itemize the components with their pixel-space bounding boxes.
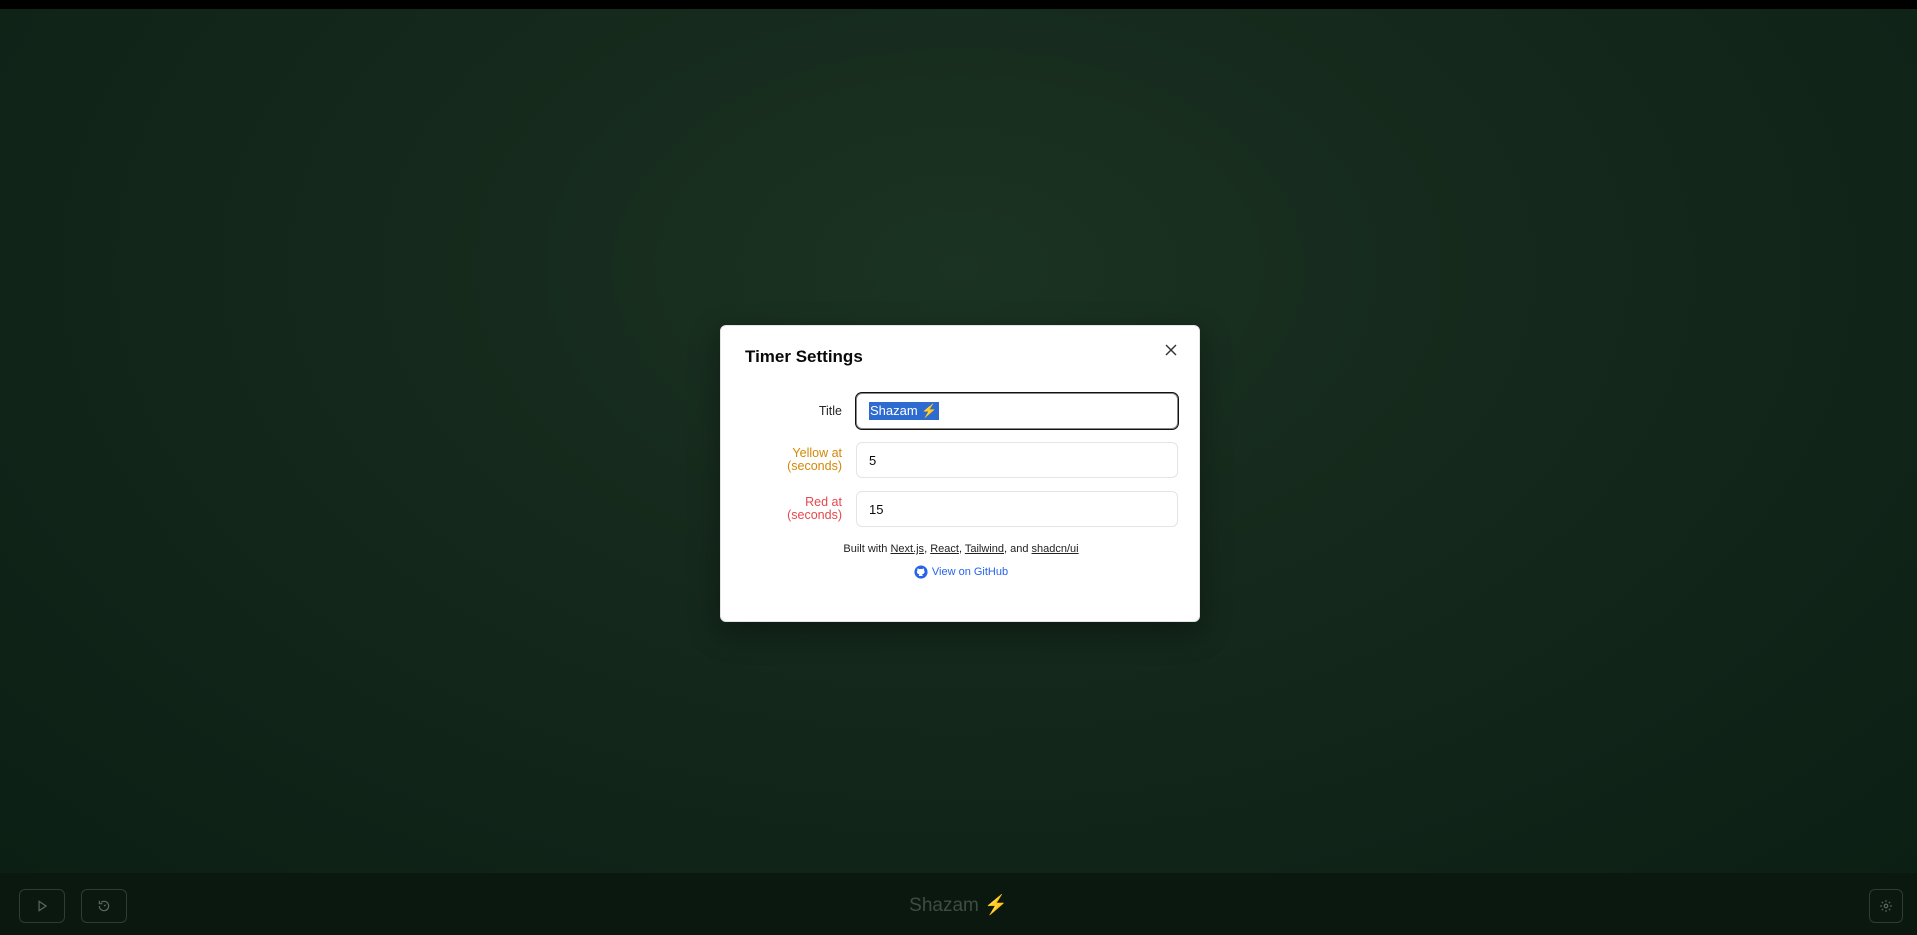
dialog-title: Timer Settings	[745, 347, 863, 366]
close-button[interactable]	[1163, 342, 1179, 358]
bottom-toolbar: Shazam ⚡	[0, 873, 1917, 935]
title-input-text: Shazam	[870, 403, 918, 418]
title-input-value: Shazam ⚡	[869, 402, 939, 420]
yellow-label: Yellow at (seconds)	[787, 442, 842, 478]
red-seconds-input[interactable]: 15	[856, 491, 1178, 527]
github-icon	[914, 565, 928, 579]
github-link-label: View on GitHub	[931, 566, 1009, 578]
built-with-prefix: Built with	[843, 543, 891, 555]
yellow-seconds-value: 5	[869, 452, 877, 468]
yellow-row: Yellow at (seconds) 5	[721, 442, 1201, 478]
red-label-line2: (seconds)	[787, 508, 842, 522]
timer-title-text: Shazam	[909, 895, 979, 916]
tailwind-link[interactable]: Tailwind	[965, 543, 1004, 555]
bolt-icon: ⚡	[921, 403, 938, 418]
gear-icon	[1880, 900, 1892, 912]
top-bar	[0, 0, 1917, 9]
github-link[interactable]: View on GitHub	[721, 565, 1201, 579]
red-label: Red at (seconds)	[787, 491, 842, 527]
timer-title: Shazam ⚡	[0, 893, 1917, 917]
timer-settings-dialog: Timer Settings Title Shazam ⚡ Yellow at …	[720, 325, 1200, 622]
red-row: Red at (seconds) 15	[721, 491, 1201, 527]
title-label: Title	[819, 393, 842, 429]
nextjs-link[interactable]: Next.js	[890, 543, 924, 555]
react-link[interactable]: React	[930, 543, 959, 555]
shadcn-link[interactable]: shadcn/ui	[1032, 543, 1079, 555]
settings-button[interactable]	[1869, 889, 1903, 923]
yellow-seconds-input[interactable]: 5	[856, 442, 1178, 478]
built-with-text: Built with Next.js, React, Tailwind, and…	[721, 543, 1201, 555]
title-row: Title Shazam ⚡	[721, 393, 1201, 429]
red-seconds-value: 15	[869, 501, 884, 517]
sep-3: , and	[1004, 543, 1032, 555]
close-icon	[1165, 344, 1177, 356]
yellow-label-line2: (seconds)	[787, 459, 842, 473]
title-label-text: Title	[818, 403, 842, 418]
title-input[interactable]: Shazam ⚡	[856, 393, 1178, 429]
bolt-icon: ⚡	[984, 895, 1008, 916]
